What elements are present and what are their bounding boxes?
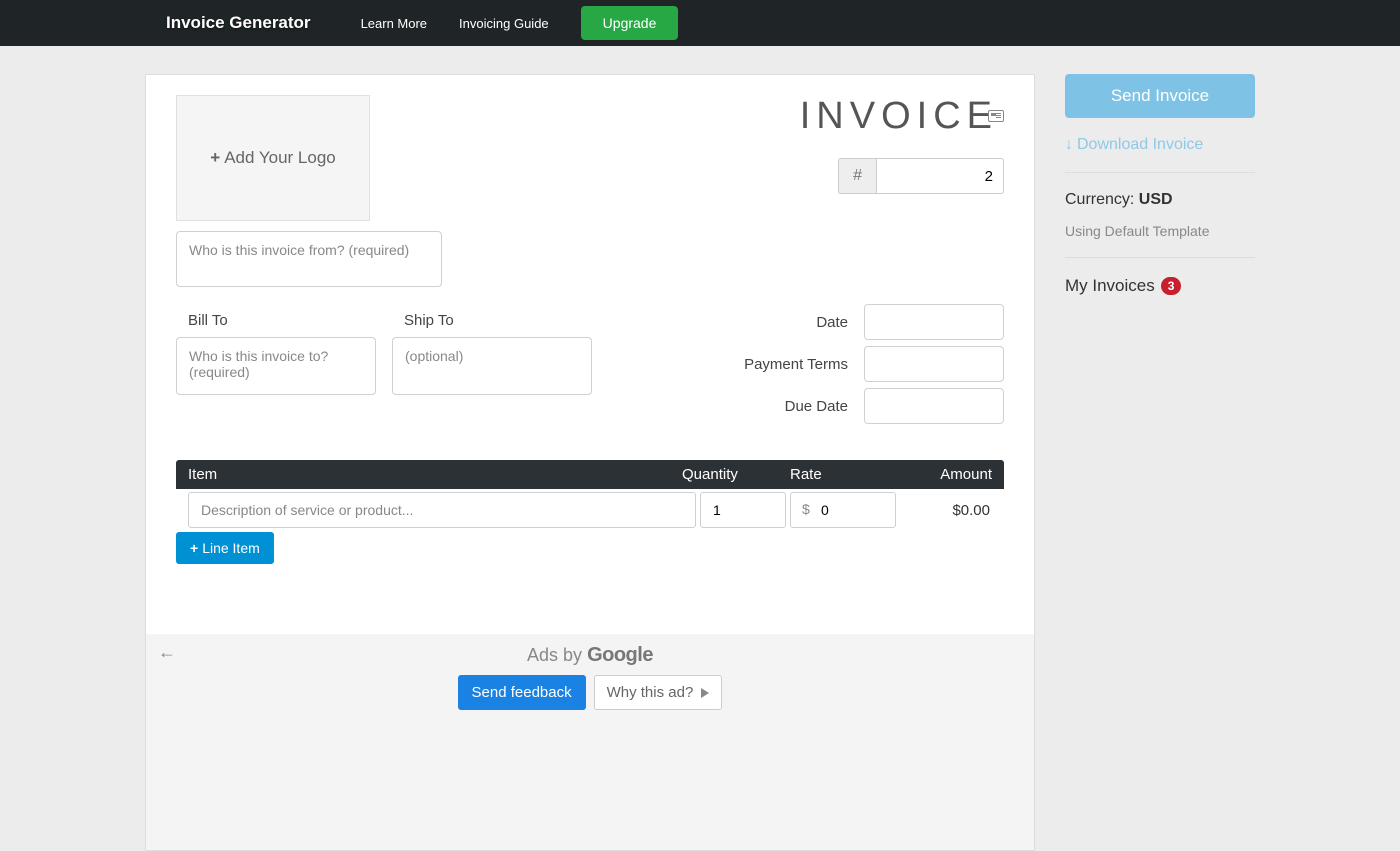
brand-logo[interactable]: Invoice Generator — [166, 13, 311, 33]
due-date-label: Due Date — [785, 398, 848, 415]
invoice-count-badge: 3 — [1161, 277, 1182, 295]
plus-icon: + — [210, 148, 220, 168]
invoice-title-text: INVOICE — [800, 95, 998, 137]
th-amount: Amount — [882, 466, 992, 483]
send-invoice-button[interactable]: Send Invoice — [1065, 74, 1255, 118]
th-rate: Rate — [772, 466, 882, 483]
send-feedback-button[interactable]: Send feedback — [458, 675, 586, 710]
ship-to-input[interactable] — [392, 337, 592, 395]
add-logo-label: Add Your Logo — [224, 148, 336, 168]
line-items-header: Item Quantity Rate Amount — [176, 460, 1004, 489]
item-amount: $0.00 — [900, 502, 992, 519]
invoice-number-prefix: # — [838, 158, 876, 194]
ad-block: ← Ads by Google Send feedback Why this a… — [146, 634, 1034, 850]
template-line[interactable]: Using Default Template — [1065, 223, 1255, 239]
divider — [1065, 172, 1255, 173]
sidebar: Send Invoice ↓ Download Invoice Currency… — [1065, 74, 1255, 296]
invoice-title: INVOICE — [800, 95, 1004, 138]
payment-terms-label: Payment Terms — [744, 356, 848, 373]
item-quantity-input[interactable] — [700, 492, 786, 528]
currency-value: USD — [1139, 191, 1173, 208]
nav-invoicing-guide[interactable]: Invoicing Guide — [459, 16, 549, 31]
download-invoice-button[interactable]: ↓ Download Invoice — [1065, 136, 1255, 154]
nav-learn-more[interactable]: Learn More — [361, 16, 427, 31]
upgrade-button[interactable]: Upgrade — [581, 6, 679, 40]
due-date-input[interactable] — [864, 388, 1004, 424]
why-this-ad-button[interactable]: Why this ad? — [594, 675, 723, 710]
add-line-label: Line Item — [202, 540, 260, 556]
add-logo-dropzone[interactable]: + Add Your Logo — [176, 95, 370, 221]
navbar: Invoice Generator Learn More Invoicing G… — [0, 0, 1400, 46]
currency-line[interactable]: Currency: USD — [1065, 191, 1255, 209]
currency-symbol: $ — [802, 501, 810, 517]
table-row: $ $0.00 — [176, 489, 1004, 528]
th-item: Item — [188, 466, 682, 483]
currency-label: Currency: — [1065, 191, 1139, 208]
card-icon — [988, 110, 1004, 122]
ship-to-label: Ship To — [392, 304, 608, 337]
invoice-number-input[interactable] — [876, 158, 1004, 194]
ads-prefix: Ads by — [527, 645, 587, 665]
add-line-item-button[interactable]: + Line Item — [176, 532, 274, 564]
from-input[interactable] — [176, 231, 442, 287]
ads-brand: Google — [587, 644, 653, 666]
download-icon: ↓ — [1065, 136, 1073, 154]
why-this-ad-label: Why this ad? — [607, 684, 694, 701]
plus-icon: + — [190, 540, 198, 556]
my-invoices-label: My Invoices — [1065, 276, 1155, 296]
date-input[interactable] — [864, 304, 1004, 340]
divider — [1065, 257, 1255, 258]
invoice-card: + Add Your Logo INVOICE # Bill To — [145, 74, 1035, 851]
item-description-input[interactable] — [188, 492, 696, 528]
play-icon — [701, 688, 709, 698]
th-quantity: Quantity — [682, 466, 772, 483]
payment-terms-input[interactable] — [864, 346, 1004, 382]
bill-to-input[interactable] — [176, 337, 376, 395]
my-invoices-link[interactable]: My Invoices 3 — [1065, 276, 1255, 296]
arrow-left-icon[interactable]: ← — [158, 642, 176, 663]
bill-to-label: Bill To — [176, 304, 392, 337]
date-label: Date — [816, 314, 848, 331]
download-label: Download Invoice — [1077, 136, 1203, 154]
ads-label: Ads by Google — [158, 644, 1022, 667]
